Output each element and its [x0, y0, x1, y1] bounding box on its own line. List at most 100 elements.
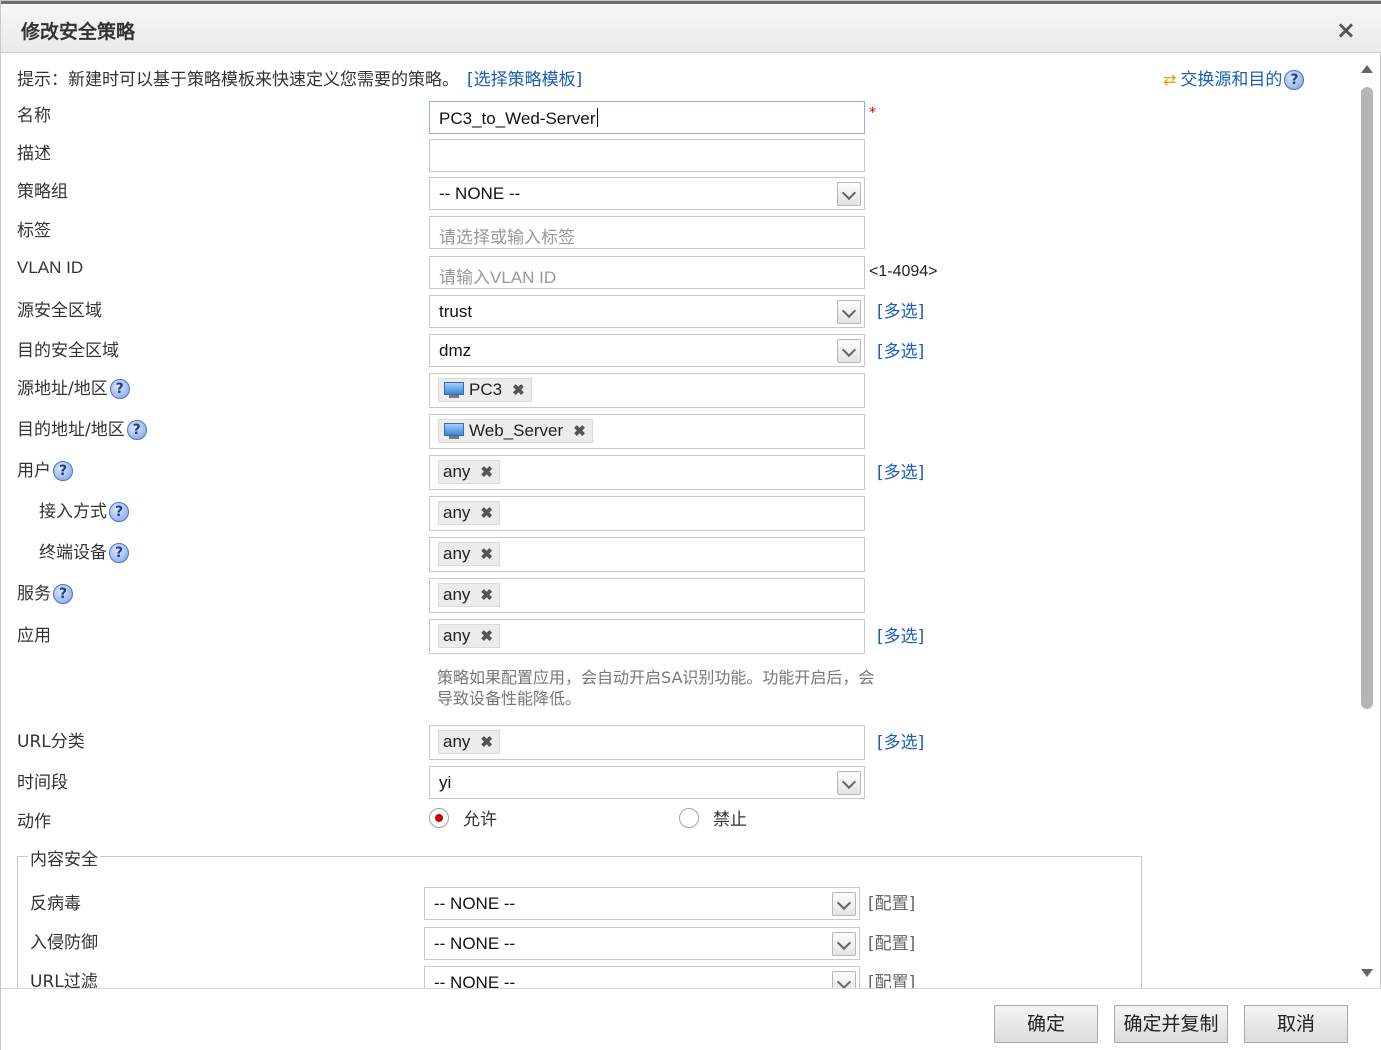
- cancel-button[interactable]: 取消: [1244, 1005, 1348, 1043]
- chevron-down-icon[interactable]: [832, 892, 856, 916]
- src-address-tag: PC3 ✖: [438, 378, 532, 402]
- dialog-footer: 确定 确定并复制 取消: [1, 988, 1381, 1050]
- vertical-scrollbar[interactable]: [1357, 61, 1377, 981]
- radio-selected-icon: [429, 807, 449, 828]
- src-address-input[interactable]: PC3 ✖: [429, 373, 865, 408]
- src-zone-multiselect-link[interactable]: [多选]: [877, 297, 924, 322]
- vlan-id-input[interactable]: 请输入VLAN ID: [429, 256, 865, 289]
- content-security-fieldset: 内容安全 反病毒 -- NONE -- [配置] 入侵防御 -- NONE --…: [17, 845, 1142, 988]
- src-zone-select[interactable]: trust: [429, 295, 865, 328]
- remove-tag-icon[interactable]: ✖: [480, 504, 493, 522]
- access-mode-input[interactable]: any ✖: [429, 496, 865, 531]
- access-mode-label-text: 接入方式: [39, 502, 107, 522]
- src-address-label-text: 源地址/地区: [17, 379, 108, 399]
- url-filter-label: URL过滤: [30, 972, 98, 988]
- close-icon[interactable]: ×: [1336, 16, 1356, 44]
- remove-tag-icon[interactable]: ✖: [480, 463, 493, 481]
- tag-input[interactable]: 请选择或输入标签: [429, 216, 865, 249]
- dst-zone-multiselect-link[interactable]: [多选]: [877, 337, 924, 362]
- ips-select[interactable]: -- NONE --: [424, 927, 860, 960]
- name-value: PC3_to_Wed-Server: [439, 109, 596, 128]
- application-input[interactable]: any ✖: [429, 619, 865, 654]
- description-input[interactable]: [429, 139, 865, 172]
- antivirus-value: -- NONE --: [434, 894, 516, 913]
- dialog-title: 修改安全策略: [21, 21, 136, 43]
- remove-tag-icon[interactable]: ✖: [512, 381, 525, 399]
- application-tag: any ✖: [438, 624, 500, 648]
- ips-config-link[interactable]: [配置]: [868, 929, 915, 954]
- policy-group-value: -- NONE --: [439, 184, 521, 203]
- src-address-tag-label: PC3: [469, 380, 503, 399]
- help-icon[interactable]: ?: [109, 543, 129, 563]
- service-label-text: 服务: [17, 584, 51, 604]
- ok-and-copy-button[interactable]: 确定并复制: [1114, 1005, 1228, 1043]
- dst-address-input[interactable]: Web_Server ✖: [429, 414, 865, 449]
- help-icon[interactable]: ?: [109, 502, 129, 522]
- src-zone-label: 源安全区域: [17, 301, 102, 321]
- time-range-value: yi: [439, 773, 452, 792]
- hint-message: 提示：新建时可以基于策略模板来快速定义您需要的策略。: [17, 70, 459, 90]
- terminal-device-input[interactable]: any ✖: [429, 537, 865, 572]
- remove-tag-icon[interactable]: ✖: [480, 545, 493, 563]
- terminal-device-label-text: 终端设备: [39, 543, 107, 563]
- modify-security-policy-dialog: 修改安全策略 × 提示：新建时可以基于策略模板来快速定义您需要的策略。 [选择策略…: [0, 0, 1381, 1050]
- chevron-down-icon[interactable]: [832, 971, 856, 988]
- scroll-down-arrow-icon[interactable]: [1361, 969, 1373, 977]
- access-mode-label: 接入方式?: [39, 497, 129, 522]
- help-icon[interactable]: ?: [53, 584, 73, 604]
- user-tag-label: any: [443, 462, 471, 481]
- content-security-legend: 内容安全: [28, 845, 100, 870]
- dialog-titlebar: 修改安全策略 ×: [1, 1, 1381, 53]
- scroll-up-arrow-icon[interactable]: [1361, 65, 1373, 73]
- help-icon[interactable]: ?: [53, 461, 73, 481]
- url-filter-select[interactable]: -- NONE --: [424, 966, 860, 988]
- application-multiselect-link[interactable]: [多选]: [877, 622, 924, 647]
- policy-group-select[interactable]: -- NONE --: [429, 177, 865, 210]
- user-multiselect-link[interactable]: [多选]: [877, 458, 924, 483]
- user-input[interactable]: any ✖: [429, 455, 865, 490]
- action-allow-radio[interactable]: 允许: [429, 805, 497, 830]
- url-category-label: URL分类: [17, 732, 85, 752]
- remove-tag-icon[interactable]: ✖: [480, 627, 493, 645]
- url-category-input[interactable]: any ✖: [429, 725, 865, 760]
- chevron-down-icon[interactable]: [837, 300, 861, 324]
- remove-tag-icon[interactable]: ✖: [480, 733, 493, 751]
- antivirus-select[interactable]: -- NONE --: [424, 887, 860, 920]
- dst-address-label: 目的地址/地区?: [17, 415, 147, 440]
- name-input[interactable]: PC3_to_Wed-Server: [429, 101, 865, 134]
- policy-group-label: 策略组: [17, 182, 68, 202]
- chevron-down-icon[interactable]: [837, 771, 861, 795]
- tag-placeholder: 请选择或输入标签: [439, 228, 575, 247]
- chevron-down-icon[interactable]: [837, 339, 861, 363]
- action-label: 动作: [17, 812, 51, 832]
- chevron-down-icon[interactable]: [832, 932, 856, 956]
- url-filter-config-link[interactable]: [配置]: [868, 968, 915, 988]
- ips-label: 入侵防御: [30, 933, 98, 953]
- swap-src-dst-link[interactable]: ⇄ 交换源和目的?: [1163, 65, 1305, 90]
- radio-unselected-icon: [679, 807, 699, 828]
- ok-button[interactable]: 确定: [994, 1005, 1098, 1043]
- antivirus-config-link[interactable]: [配置]: [868, 889, 915, 914]
- remove-tag-icon[interactable]: ✖: [573, 422, 586, 440]
- service-input[interactable]: any ✖: [429, 578, 865, 613]
- swap-arrows-icon: ⇄: [1163, 70, 1177, 89]
- remove-tag-icon[interactable]: ✖: [480, 586, 493, 604]
- dst-address-tag-label: Web_Server: [469, 421, 564, 440]
- hint-text: 提示：新建时可以基于策略模板来快速定义您需要的策略。 [选择策略模板]: [17, 65, 582, 90]
- action-deny-radio[interactable]: 禁止: [679, 805, 747, 830]
- dst-zone-value: dmz: [439, 341, 472, 360]
- tag-label: 标签: [17, 221, 51, 241]
- dst-zone-select[interactable]: dmz: [429, 334, 865, 367]
- select-policy-template-link[interactable]: [选择策略模板]: [467, 70, 582, 90]
- url-category-tag-label: any: [443, 732, 471, 751]
- chevron-down-icon[interactable]: [837, 182, 861, 206]
- scrollbar-thumb[interactable]: [1361, 87, 1373, 709]
- time-range-select[interactable]: yi: [429, 766, 865, 799]
- name-label: 名称: [17, 106, 51, 126]
- src-address-label: 源地址/地区?: [17, 374, 130, 399]
- help-icon[interactable]: ?: [109, 379, 130, 399]
- required-mark: *: [869, 105, 876, 121]
- help-icon[interactable]: ?: [1284, 70, 1305, 90]
- help-icon[interactable]: ?: [126, 420, 147, 440]
- url-category-multiselect-link[interactable]: [多选]: [877, 728, 924, 753]
